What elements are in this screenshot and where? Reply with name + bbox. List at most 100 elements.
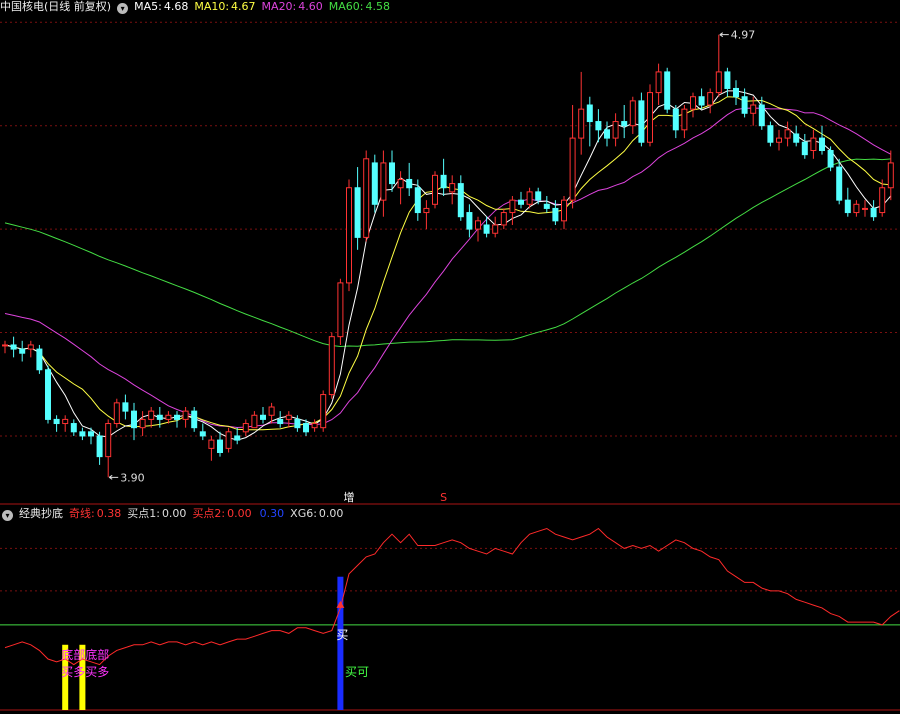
chevron-down-icon[interactable]: ▾ bbox=[2, 510, 13, 521]
candle-body bbox=[354, 187, 361, 238]
candle-body bbox=[440, 174, 447, 189]
candle-body bbox=[131, 410, 137, 429]
candle bbox=[621, 105, 628, 139]
candle-body bbox=[552, 207, 559, 222]
candle bbox=[10, 336, 17, 358]
candle-body bbox=[767, 125, 774, 143]
candle bbox=[191, 406, 198, 432]
candle-body bbox=[423, 207, 430, 214]
candle-body bbox=[303, 423, 309, 433]
ma-item: MA5: 4.68 bbox=[134, 0, 188, 13]
candle bbox=[638, 92, 645, 147]
candle bbox=[612, 113, 619, 147]
candle-body bbox=[500, 212, 507, 226]
candle-body bbox=[672, 108, 679, 131]
ma-value: 4.60 bbox=[298, 0, 323, 13]
ma-item: MA20: 4.60 bbox=[262, 0, 323, 13]
candle-body bbox=[191, 410, 198, 429]
candle bbox=[698, 88, 705, 110]
candle-body bbox=[165, 414, 172, 420]
candle bbox=[483, 216, 490, 238]
candle bbox=[36, 344, 43, 374]
candle bbox=[242, 419, 249, 436]
candle-body bbox=[414, 187, 421, 214]
candle bbox=[819, 125, 825, 155]
price-annotation: 3.90 bbox=[120, 471, 145, 484]
candle bbox=[27, 340, 34, 358]
candle bbox=[810, 129, 817, 159]
candle bbox=[354, 167, 361, 250]
candle bbox=[724, 67, 731, 97]
candle-body bbox=[457, 183, 464, 218]
candle-body bbox=[96, 435, 103, 458]
candle-body bbox=[492, 224, 499, 234]
candle bbox=[629, 96, 636, 134]
candle bbox=[827, 146, 834, 172]
candle bbox=[406, 162, 413, 197]
indicator-title[interactable]: 经典抄底 bbox=[19, 507, 63, 520]
candle-body bbox=[681, 108, 688, 131]
candle-body bbox=[251, 414, 258, 429]
candle-body bbox=[819, 137, 825, 152]
candle-body bbox=[475, 220, 481, 230]
candle-body bbox=[629, 100, 636, 127]
candle bbox=[105, 419, 112, 478]
candle-body bbox=[122, 402, 129, 412]
indicator-item: 买点2: 0.00 bbox=[192, 507, 251, 520]
candle-body bbox=[320, 394, 327, 429]
candle bbox=[681, 105, 688, 139]
candle-body bbox=[569, 137, 576, 201]
candle-body bbox=[561, 199, 567, 222]
candle-body bbox=[870, 207, 877, 218]
candle-body bbox=[707, 92, 714, 106]
candle-body bbox=[604, 129, 610, 139]
candle bbox=[586, 96, 593, 147]
candle bbox=[380, 150, 387, 217]
indicator-value: 0.00 bbox=[161, 507, 187, 520]
candle bbox=[647, 84, 653, 147]
ma-label: MA20: bbox=[261, 0, 297, 13]
ma-value: 4.58 bbox=[365, 0, 390, 13]
candle-body bbox=[148, 410, 155, 420]
candle-body bbox=[199, 431, 206, 437]
indicator-item: XG6: 0.00 bbox=[290, 507, 343, 520]
candle-body bbox=[406, 178, 413, 189]
candle-body bbox=[2, 344, 8, 347]
candle-body bbox=[750, 104, 757, 114]
candle bbox=[853, 200, 860, 217]
candle-body bbox=[836, 166, 843, 201]
candle-body bbox=[887, 162, 894, 189]
indicator-label: XG6: bbox=[290, 507, 317, 520]
indicator-header: ▾ 经典抄底 奇线: 0.38 买点1: 0.00 买点2: 0.00 0.30 XG6: 0.00 bbox=[0, 507, 355, 521]
candle bbox=[887, 150, 894, 201]
candle bbox=[182, 406, 189, 428]
candle bbox=[70, 419, 77, 436]
indicator-item: 买点1: 0.00 bbox=[127, 507, 186, 520]
candle-body bbox=[810, 137, 817, 152]
indicator-label: 买可 bbox=[345, 665, 369, 679]
candle bbox=[113, 398, 120, 428]
candle bbox=[363, 150, 370, 242]
candle bbox=[543, 196, 550, 213]
candle-body bbox=[328, 336, 335, 396]
candle-body bbox=[655, 71, 662, 94]
candle bbox=[371, 154, 378, 213]
stock-title[interactable]: 中国核电(日线 前复权) bbox=[0, 0, 111, 13]
candle-body bbox=[801, 141, 808, 156]
candle bbox=[79, 427, 86, 441]
main-chart-header: 中国核电(日线 前复权) ▾ MA5: 4.68 MA10: 4.67 MA20: 4.60 M… bbox=[0, 0, 402, 14]
candle-body bbox=[113, 402, 120, 425]
candle-body bbox=[27, 344, 34, 350]
chevron-down-icon[interactable]: ▾ bbox=[117, 3, 129, 14]
candle-body bbox=[70, 423, 77, 433]
candle bbox=[45, 365, 51, 424]
candle bbox=[870, 200, 877, 221]
candle-body bbox=[268, 406, 275, 416]
candle bbox=[466, 204, 473, 238]
candle bbox=[337, 278, 344, 345]
candle bbox=[733, 80, 739, 106]
candle bbox=[139, 411, 146, 436]
candle bbox=[518, 191, 524, 209]
indicator-line bbox=[4, 527, 900, 666]
candle-body bbox=[19, 348, 26, 354]
